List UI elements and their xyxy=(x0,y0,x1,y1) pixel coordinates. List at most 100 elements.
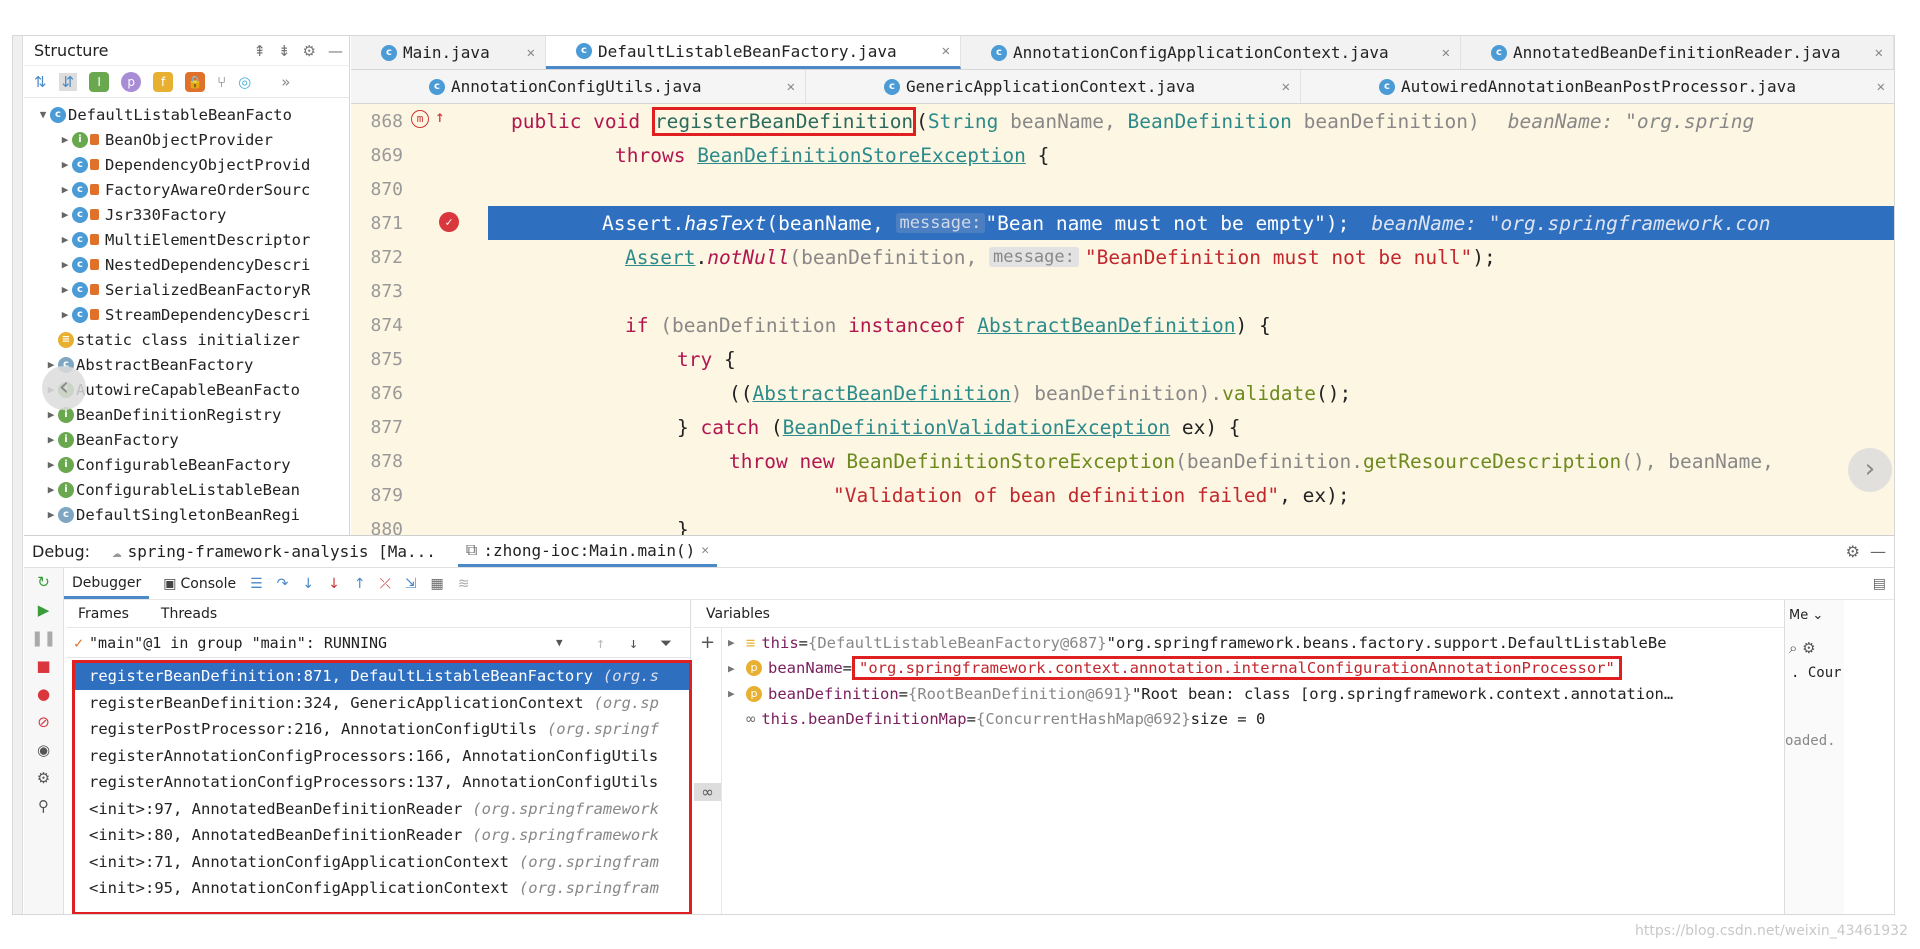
variable-row[interactable]: ∞ this.beanDefinitionMap = {ConcurrentHas… xyxy=(728,707,1844,733)
expand-arrow-icon[interactable]: ▶ xyxy=(58,258,72,271)
expand-arrow-icon[interactable]: ▶ xyxy=(44,408,58,421)
implements-arrow-icon[interactable]: ↑ xyxy=(435,107,445,126)
expand-arrow-icon[interactable]: ▶ xyxy=(58,183,72,196)
tree-item[interactable]: ▶ c StreamDependencyDescri xyxy=(24,302,349,327)
tree-item[interactable]: ▶ i ConfigurableBeanFactory xyxy=(24,452,349,477)
expand-arrow-icon[interactable]: ▶ xyxy=(58,208,72,221)
stack-frame[interactable]: registerBeanDefinition:871, DefaultLista… xyxy=(75,663,689,690)
pin-icon[interactable]: ⚲ xyxy=(24,792,63,820)
close-icon[interactable]: ✕ xyxy=(527,45,535,61)
gear-icon[interactable]: ⚙ xyxy=(303,42,316,60)
frames-tab[interactable]: Frames xyxy=(78,606,129,622)
stack-frame[interactable]: <init>:95, AnnotationConfigApplicationCo… xyxy=(75,875,689,902)
add-watch-icon[interactable]: + xyxy=(694,632,721,653)
editor-tab[interactable]: c Main.java ✕ xyxy=(351,36,546,69)
tree-item[interactable]: ▶ c MultiElementDescriptor xyxy=(24,227,349,252)
tree-item[interactable]: ▶ c SerializedBeanFactoryR xyxy=(24,277,349,302)
threads-tab[interactable]: Threads xyxy=(161,606,217,622)
close-icon[interactable]: ✕ xyxy=(942,43,950,59)
thread-select[interactable]: ✓ "main"@1 in group "main": RUNNING ▼ ↑ … xyxy=(66,628,690,658)
editor-tab[interactable]: c AnnotatedBeanDefinitionReader.java ✕ xyxy=(1461,36,1894,69)
filter-icon[interactable]: ⏷ xyxy=(660,634,672,652)
variable-row[interactable]: ▶ p beanDefinition = {RootBeanDefinition@6… xyxy=(728,681,1844,707)
autoscroll-icon[interactable]: ◎ xyxy=(238,73,251,91)
expand-arrow-icon[interactable]: ▶ xyxy=(58,283,72,296)
console-tab[interactable]: Console xyxy=(181,576,237,592)
chevron-down-icon[interactable]: ▼ xyxy=(556,636,563,649)
collapse-all-icon[interactable]: ⇟ xyxy=(278,42,291,60)
expand-arrow-icon[interactable]: ▶ xyxy=(728,636,746,649)
stack-frame[interactable]: <init>:80, AnnotatedBeanDefinitionReader… xyxy=(75,822,689,849)
rerun-icon[interactable]: ↻ xyxy=(24,568,63,596)
nav-right-button[interactable]: › xyxy=(1848,448,1892,492)
more-icon[interactable]: » xyxy=(281,73,290,91)
debugger-tab[interactable]: Debugger xyxy=(64,568,150,599)
stack-frame[interactable]: registerAnnotationConfigProcessors:166, … xyxy=(75,743,689,770)
editor-tab[interactable]: c GenericApplicationContext.java ✕ xyxy=(806,70,1301,103)
expand-arrow-icon[interactable]: ▶ xyxy=(44,433,58,446)
expand-arrow-icon[interactable]: ▶ xyxy=(44,458,58,471)
close-icon[interactable]: ✕ xyxy=(1877,79,1885,95)
drop-frame-icon[interactable]: ⤫ xyxy=(380,576,391,592)
tree-root[interactable]: ▼ c DefaultListableBeanFacto xyxy=(24,102,349,127)
tree-item[interactable]: ▶ c NestedDependencyDescri xyxy=(24,252,349,277)
tree-item[interactable]: ▶ c Jsr330Factory xyxy=(24,202,349,227)
expand-arrow-icon[interactable]: ▶ xyxy=(58,133,72,146)
menu-icon[interactable]: ☰ xyxy=(250,576,263,592)
expand-arrow-icon[interactable]: ▶ xyxy=(44,483,58,496)
stack-frame[interactable]: registerBeanDefinition:324, GenericAppli… xyxy=(75,690,689,717)
code-editor[interactable]: c Main.java ✕ c DefaultListableBeanFactory.j… xyxy=(351,36,1894,535)
sort-alpha-icon[interactable]: ⇅ xyxy=(34,73,47,91)
minimize-icon[interactable]: — xyxy=(328,42,343,60)
breakpoint-icon[interactable]: ✓ xyxy=(439,212,459,232)
nav-left-button[interactable]: ‹ xyxy=(42,366,86,410)
expand-arrow-icon[interactable]: ▶ xyxy=(728,662,746,675)
override-icon[interactable]: m xyxy=(411,110,429,128)
evaluate-icon[interactable]: ▦ xyxy=(431,576,444,592)
up-icon[interactable]: ↑ xyxy=(596,634,605,652)
trace-icon[interactable]: ≋ xyxy=(458,576,470,592)
variable-row[interactable]: ▶ p beanName = "org.springframework.contex… xyxy=(728,656,1844,682)
expand-arrow-icon[interactable]: ▶ xyxy=(728,687,746,700)
step-out-icon[interactable]: ↑ xyxy=(354,576,366,592)
tree-item[interactable]: ▶ i BeanFactory xyxy=(24,427,349,452)
layout-icon[interactable]: ▤ xyxy=(1873,576,1886,592)
memory-tab[interactable]: Me ⌄ xyxy=(1785,600,1844,631)
debug-session-tab-2[interactable]: ⧉ :zhong-ioc:Main.main() ✕ xyxy=(457,536,718,567)
stack-frame[interactable]: registerAnnotationConfigProcessors:137, … xyxy=(75,769,689,796)
pause-icon[interactable]: ❚❚ xyxy=(24,624,63,652)
tree-item[interactable]: ▶ i ConfigurableListableBean xyxy=(24,477,349,502)
editor-tab[interactable]: c DefaultListableBeanFactory.java ✕ xyxy=(546,36,961,69)
close-icon[interactable]: ✕ xyxy=(1442,45,1450,61)
expand-arrow-icon[interactable]: ▶ xyxy=(58,308,72,321)
show-nonpublic-icon[interactable]: 🔒 xyxy=(185,71,206,92)
close-icon[interactable]: ✕ xyxy=(1282,79,1290,95)
editor-tab[interactable]: c AutowiredAnnotationBeanPostProcessor.ja… xyxy=(1301,70,1894,103)
close-icon[interactable]: ✕ xyxy=(1875,45,1883,61)
show-properties-icon[interactable]: p xyxy=(121,71,142,92)
glasses-icon[interactable]: ∞ xyxy=(694,783,721,801)
editor-tab[interactable]: c AnnotationConfigApplicationContext.java… xyxy=(961,36,1461,69)
show-lambdas-icon[interactable]: ⑂ xyxy=(217,73,226,91)
tree-item[interactable]: ▶ c DefaultSingletonBeanRegi xyxy=(24,502,349,527)
show-fields-icon[interactable]: f xyxy=(153,71,174,92)
code-area[interactable]: 868 m ↑ public void registerBeanDefinitio… xyxy=(351,104,1894,535)
camera-icon[interactable]: ◉ xyxy=(24,736,63,764)
stop-icon[interactable]: ■ xyxy=(24,652,63,680)
force-step-into-icon[interactable]: ↓ xyxy=(328,576,340,592)
minimize-icon[interactable]: — xyxy=(1870,542,1886,561)
debug-session-tab-1[interactable]: ☁ spring-framework-analysis [Ma... xyxy=(104,536,444,567)
run-to-cursor-icon[interactable]: ⇲ xyxy=(405,576,417,592)
mute-breakpoints-icon[interactable]: ⊘ xyxy=(24,708,63,736)
stack-frame[interactable]: registerPostProcessor:216, AnnotationCon… xyxy=(75,716,689,743)
expand-arrow-icon[interactable]: ▼ xyxy=(36,108,50,121)
stack-frame[interactable]: <init>:71, AnnotationConfigApplicationCo… xyxy=(75,849,689,876)
stack-frame[interactable]: <init>:97, AnnotatedBeanDefinitionReader… xyxy=(75,796,689,823)
expand-arrow-icon[interactable]: ▶ xyxy=(58,158,72,171)
settings-icon[interactable]: ⚙ xyxy=(24,764,63,792)
close-icon[interactable]: ✕ xyxy=(787,79,795,95)
expand-arrow-icon[interactable]: ▶ xyxy=(58,233,72,246)
step-over-icon[interactable]: ↷ xyxy=(277,576,289,592)
view-breakpoints-icon[interactable]: ● xyxy=(24,680,63,708)
show-inherited-icon[interactable]: I xyxy=(89,71,110,92)
